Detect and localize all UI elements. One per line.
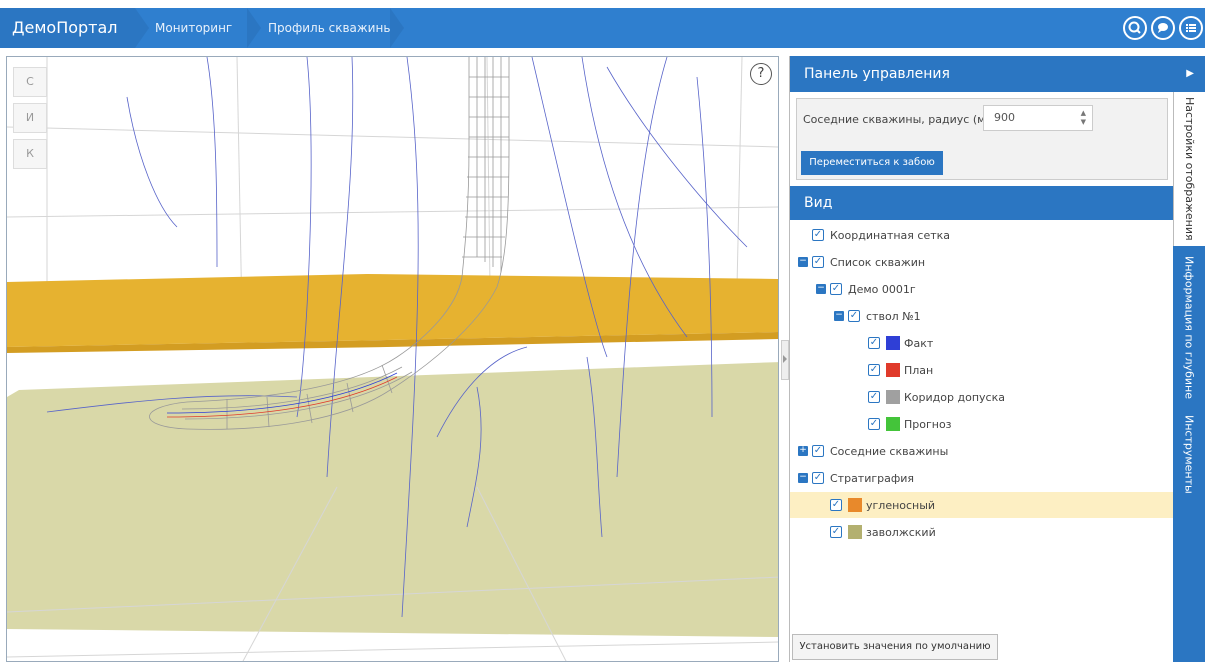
- checkbox[interactable]: ✓: [812, 472, 824, 484]
- tree-item[interactable]: + ✓ Соседние скважины: [790, 438, 1173, 464]
- tab-tools[interactable]: Инструменты: [1173, 404, 1205, 504]
- move-to-bottom-button[interactable]: Переместиться к забою: [801, 151, 943, 175]
- tab-depth-info[interactable]: Информация по глубине: [1173, 250, 1205, 404]
- spinner-icon[interactable]: ▲ ▼: [1081, 109, 1086, 127]
- view-button-side[interactable]: К: [13, 139, 47, 169]
- tree-item-label: Соседние скважины: [830, 444, 949, 458]
- collapse-icon[interactable]: −: [798, 473, 808, 483]
- checkbox[interactable]: ✓: [848, 310, 860, 322]
- collapse-arrow-icon[interactable]: ▶: [1186, 56, 1194, 92]
- tree-item-label: План: [904, 363, 934, 377]
- view-section-header: Вид: [790, 186, 1173, 220]
- color-swatch: [886, 417, 900, 431]
- tree-item[interactable]: ✓ заволжский: [790, 519, 1173, 545]
- tree-item[interactable]: ✓ угленосный: [790, 492, 1173, 518]
- checkbox[interactable]: ✓: [868, 391, 880, 403]
- collapse-icon[interactable]: −: [834, 311, 844, 321]
- tree-item[interactable]: − ✓ ствол №1: [790, 303, 1173, 329]
- help-button[interactable]: ?: [750, 63, 772, 85]
- color-swatch: [886, 336, 900, 350]
- tree-item[interactable]: ✓ План: [790, 357, 1173, 383]
- neighbors-settings: Соседние скважины, радиус (м.): 900 ▲ ▼ П…: [796, 98, 1168, 180]
- color-swatch: [886, 390, 900, 404]
- collapse-icon[interactable]: −: [816, 284, 826, 294]
- top-icons: [1123, 16, 1203, 40]
- main-wellbore: [149, 57, 510, 430]
- checkbox[interactable]: ✓: [830, 526, 842, 538]
- panel-title: Панель управления: [804, 66, 950, 82]
- menu-list-icon[interactable]: [1179, 16, 1203, 40]
- tree-item-label: заволжский: [866, 525, 936, 539]
- brand-logo[interactable]: ДемоПортал: [0, 8, 135, 48]
- side-tabs: Настройки отображения Информация по глуб…: [1173, 92, 1205, 662]
- tree-item[interactable]: − ✓ Демо 0001г: [790, 276, 1173, 302]
- collapse-icon[interactable]: −: [798, 257, 808, 267]
- checkbox[interactable]: ✓: [830, 283, 842, 295]
- top-bar: ДемоПортал Мониторинг Профиль скважины: [0, 0, 1205, 56]
- chat-icon[interactable]: [1151, 16, 1175, 40]
- breadcrumb-monitoring[interactable]: Мониторинг: [155, 8, 232, 48]
- tree-item-label: ствол №1: [866, 309, 921, 323]
- control-panel: Панель управления ▶ Соседние скважины, р…: [789, 56, 1205, 662]
- checkbox[interactable]: ✓: [812, 256, 824, 268]
- panel-header: Панель управления ▶: [790, 56, 1205, 92]
- tree-item[interactable]: − ✓ Стратиграфия: [790, 465, 1173, 491]
- tree-item-label: Демо 0001г: [848, 282, 916, 296]
- chevron-right-icon: [783, 355, 787, 363]
- color-swatch: [886, 363, 900, 377]
- tree-item-label: Стратиграфия: [830, 471, 915, 485]
- well-scene: [7, 57, 778, 661]
- neighbors-radius-label: Соседние скважины, радиус (м.):: [803, 113, 997, 126]
- expand-icon[interactable]: +: [798, 446, 808, 456]
- checkbox[interactable]: ✓: [812, 229, 824, 241]
- tree-item[interactable]: ✓ Факт: [790, 330, 1173, 356]
- checkbox[interactable]: ✓: [868, 337, 880, 349]
- checkbox[interactable]: ✓: [812, 445, 824, 457]
- tree-item[interactable]: ✓ Коридор допуска: [790, 384, 1173, 410]
- view-button-top[interactable]: С: [13, 67, 47, 97]
- tree-item[interactable]: ✓ Прогноз: [790, 411, 1173, 437]
- checkbox[interactable]: ✓: [830, 499, 842, 511]
- tree-item-label: Прогноз: [904, 417, 952, 431]
- color-swatch: [848, 498, 862, 512]
- breadcrumb-well-profile[interactable]: Профиль скважины: [268, 8, 393, 48]
- checkbox[interactable]: ✓: [868, 418, 880, 430]
- nav-bar: ДемоПортал Мониторинг Профиль скважины: [0, 8, 1205, 48]
- color-swatch: [848, 525, 862, 539]
- view-button-iso[interactable]: И: [13, 103, 47, 133]
- tree-item-label: Список скважин: [830, 255, 926, 269]
- reset-defaults-button[interactable]: Установить значения по умолчанию: [792, 634, 998, 660]
- breadcrumb-separator: [135, 8, 149, 48]
- panel-splitter[interactable]: [781, 340, 789, 380]
- 3d-viewport[interactable]: С И К ?: [6, 56, 779, 662]
- tab-display-settings[interactable]: Настройки отображения: [1173, 92, 1205, 246]
- search-icon[interactable]: [1123, 16, 1147, 40]
- tree-item-label: Факт: [904, 336, 934, 350]
- tree-item-label: угленосный: [866, 498, 936, 512]
- breadcrumb-separator: [390, 8, 404, 48]
- tree-item-label: Координатная сетка: [830, 228, 951, 242]
- tree-item-label: Коридор допуска: [904, 390, 1005, 404]
- radius-value: 900: [994, 111, 1015, 124]
- tree-item[interactable]: ✓ Координатная сетка: [790, 222, 1173, 248]
- tree-item[interactable]: − ✓ Список скважин: [790, 249, 1173, 275]
- breadcrumb-separator: [247, 8, 261, 48]
- radius-input[interactable]: 900 ▲ ▼: [983, 105, 1093, 131]
- checkbox[interactable]: ✓: [868, 364, 880, 376]
